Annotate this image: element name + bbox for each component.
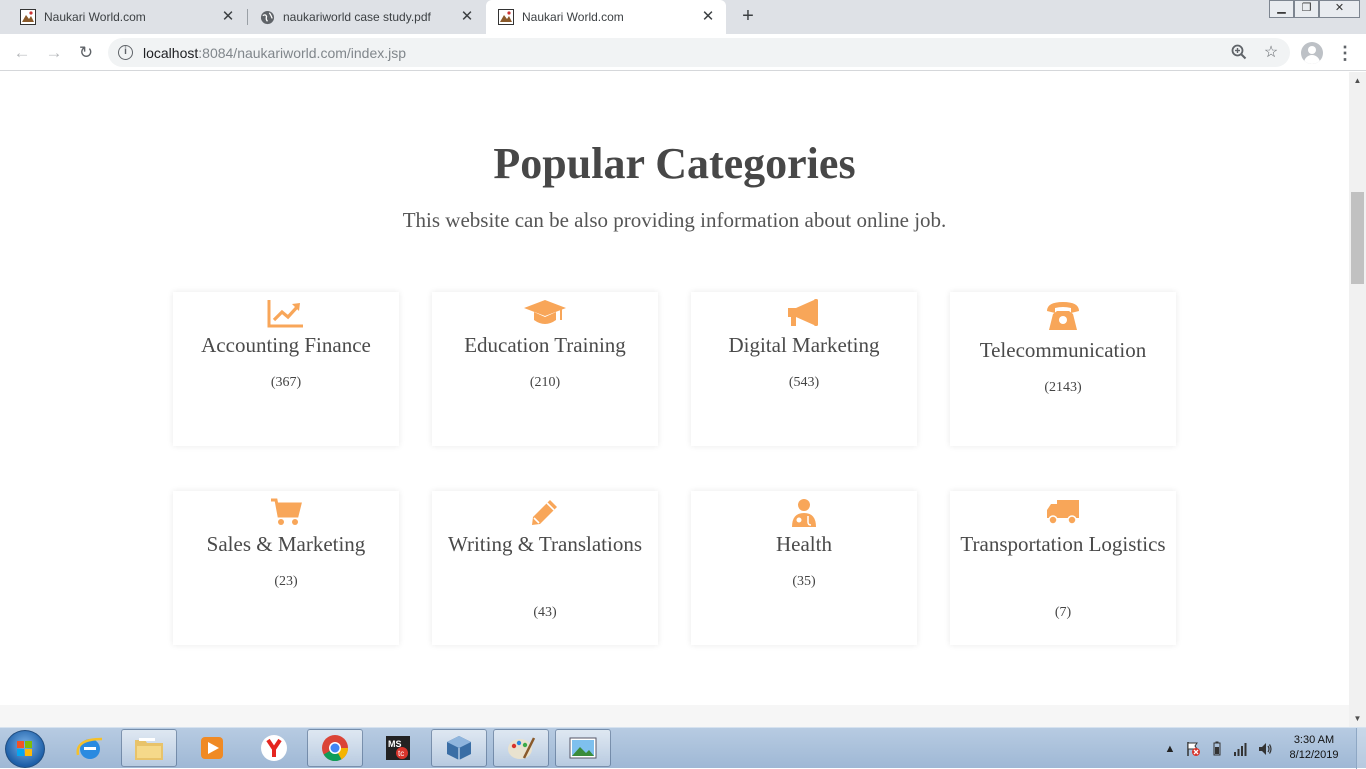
show-desktop-button[interactable] — [1356, 728, 1366, 769]
address-bar[interactable]: i localhost:8084/naukariworld.com/index.… — [108, 38, 1290, 67]
scroll-down-arrow-icon[interactable]: ▼ — [1349, 710, 1366, 727]
windows-taskbar: MS tc ▲ 3:30 AM 8/12/2019 — [0, 727, 1366, 769]
category-name: Digital Marketing — [728, 333, 880, 357]
chart-line-icon — [173, 298, 399, 334]
browser-tabstrip: Naukari World.com ✕ naukariworld case st… — [0, 0, 1366, 34]
browser-toolbar: ← → ↻ i localhost:8084/naukariworld.com/… — [0, 34, 1366, 71]
network-signal-icon[interactable] — [1233, 741, 1249, 757]
category-name: Accounting Finance — [201, 333, 371, 357]
category-name: Transportation Logistics — [960, 532, 1166, 556]
section-subtitle: This website can be also providing infor… — [402, 208, 947, 232]
forward-arrow-icon[interactable]: → — [42, 41, 66, 65]
pencil-icon — [432, 497, 658, 533]
category-card-health[interactable]: Health (35) — [691, 491, 917, 645]
category-card-education-training[interactable]: Education Training (210) — [432, 292, 658, 446]
category-card-telecommunication[interactable]: Telecommunication (2143) — [950, 292, 1176, 446]
category-count: (2143) — [1044, 380, 1082, 395]
show-hidden-icons[interactable]: ▲ — [1162, 741, 1178, 757]
category-count: (35) — [792, 574, 816, 589]
naukari-favicon — [20, 9, 36, 25]
new-tab-button[interactable]: + — [736, 5, 760, 29]
photo-viewer-icon[interactable] — [555, 729, 611, 767]
battery-icon[interactable] — [1209, 741, 1225, 757]
scroll-up-arrow-icon[interactable]: ▲ — [1349, 72, 1366, 89]
bookmark-star-icon[interactable]: ☆ — [1262, 44, 1280, 62]
category-name: Sales & Marketing — [206, 532, 366, 556]
clock-date: 8/12/2019 — [1289, 749, 1339, 761]
tab-title: Naukari World.com — [44, 10, 146, 24]
tab-case-study-pdf[interactable]: naukariworld case study.pdf ✕ — [239, 0, 485, 34]
page-scrollbar[interactable]: ▲ ▼ — [1349, 72, 1366, 727]
category-count: (43) — [533, 605, 557, 620]
graduation-cap-icon — [432, 298, 658, 334]
site-info-icon[interactable]: i — [118, 45, 133, 60]
back-arrow-icon[interactable]: ← — [10, 41, 34, 65]
category-name: Writing & Translations — [447, 532, 642, 556]
category-name: Telecommunication — [979, 338, 1147, 362]
system-clock[interactable]: 3:30 AM 8/12/2019 — [1278, 733, 1350, 763]
svg-text:tc: tc — [398, 749, 404, 758]
phone-icon — [950, 300, 1176, 336]
volume-icon[interactable] — [1257, 741, 1273, 757]
chrome-icon[interactable] — [307, 729, 363, 767]
page-viewport: Popular Categories This website can be a… — [0, 72, 1349, 727]
globe-icon — [259, 9, 275, 25]
tab-naukari-active[interactable]: Naukari World.com ✕ — [486, 0, 726, 34]
megaphone-icon — [691, 298, 917, 334]
url-text[interactable]: localhost:8084/naukariworld.com/index.js… — [143, 45, 406, 61]
minimize-button[interactable]: ▁ — [1269, 0, 1294, 18]
category-count: (7) — [1054, 605, 1072, 620]
category-card-writing-translations[interactable]: Writing & Translations (43) — [432, 491, 658, 645]
next-section-band — [0, 705, 1349, 727]
windows-logo-icon — [17, 741, 33, 757]
scroll-thumb[interactable] — [1351, 192, 1364, 284]
browser-menu-icon[interactable]: ⋮ — [1335, 42, 1355, 64]
yandex-icon[interactable] — [246, 729, 302, 767]
reload-icon[interactable]: ↻ — [74, 41, 98, 65]
virtualbox-icon[interactable] — [431, 729, 487, 767]
category-count: (543) — [788, 375, 820, 390]
msaccess-icon[interactable]: MS tc — [370, 729, 426, 767]
close-tab-icon[interactable]: ✕ — [700, 9, 716, 25]
tab-naukari-1[interactable]: Naukari World.com ✕ — [0, 0, 246, 34]
category-card-accounting-finance[interactable]: Accounting Finance (367) — [173, 292, 399, 446]
start-button[interactable] — [5, 730, 45, 768]
paint-icon[interactable] — [493, 729, 549, 767]
media-player-icon[interactable] — [184, 729, 240, 767]
close-tab-icon[interactable]: ✕ — [220, 9, 236, 25]
close-window-button[interactable]: ✕ — [1319, 0, 1360, 18]
naukari-favicon — [498, 9, 514, 25]
close-tab-icon[interactable]: ✕ — [459, 9, 475, 25]
category-card-transportation-logistics[interactable]: Transportation Logistics (7) — [950, 491, 1176, 645]
restore-button[interactable]: ❐ — [1294, 0, 1319, 18]
category-name: Health — [776, 532, 832, 556]
action-center-flag-icon[interactable] — [1185, 741, 1201, 757]
category-card-sales-marketing[interactable]: Sales & Marketing (23) — [173, 491, 399, 645]
clock-time: 3:30 AM — [1293, 734, 1335, 746]
zoom-icon[interactable] — [1230, 44, 1248, 62]
tab-title: Naukari World.com — [522, 10, 624, 24]
category-count: (367) — [270, 375, 302, 390]
tab-title: naukariworld case study.pdf — [283, 10, 431, 24]
category-count: (210) — [529, 375, 561, 390]
profile-avatar[interactable] — [1301, 42, 1323, 64]
file-explorer-icon[interactable] — [121, 729, 177, 767]
internet-explorer-icon[interactable] — [62, 729, 118, 767]
svg-text:MS: MS — [388, 739, 402, 749]
category-count: (23) — [274, 574, 298, 589]
category-card-digital-marketing[interactable]: Digital Marketing (543) — [691, 292, 917, 446]
section-title: Popular Categories — [493, 139, 856, 188]
category-name: Education Training — [464, 333, 626, 357]
